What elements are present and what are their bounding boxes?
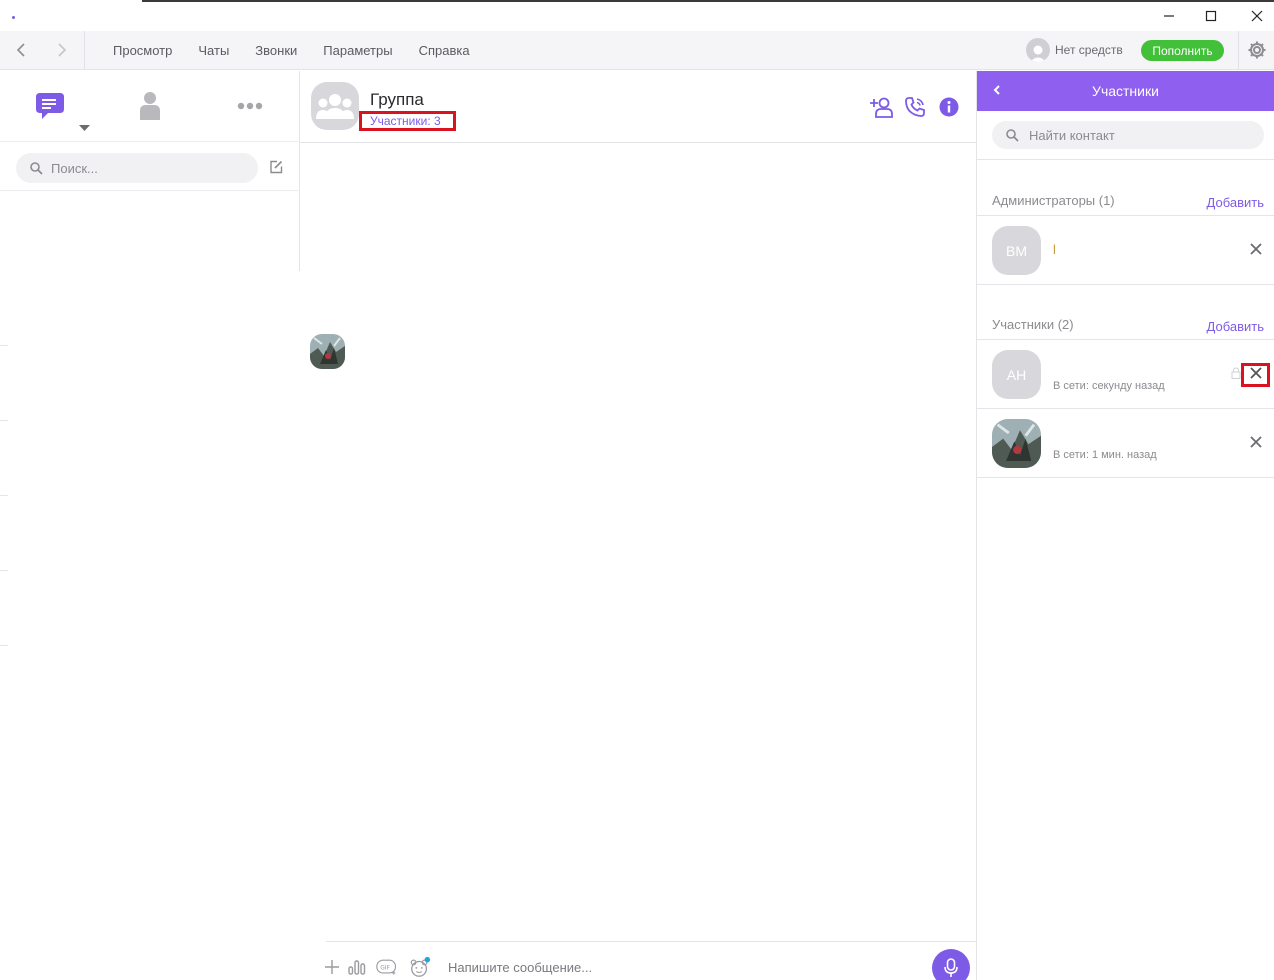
settings-gear-button[interactable] (1247, 40, 1267, 60)
members-section-header: Участники (2) Добавить (977, 312, 1274, 340)
info-icon (939, 97, 959, 117)
titlebar-strip (142, 0, 1274, 2)
remove-member-highlight (1241, 363, 1270, 387)
more-dots-icon (237, 102, 263, 110)
gear-icon (1248, 41, 1266, 59)
admins-section-header: Администраторы (1) Добавить (977, 188, 1274, 216)
voice-message-button[interactable] (932, 949, 970, 980)
maximize-icon (1205, 10, 1217, 21)
chat-info-button[interactable] (937, 95, 961, 119)
sidebar-tabs (0, 71, 300, 141)
window-titlebar (0, 0, 1274, 31)
group-avatar[interactable] (311, 82, 359, 130)
attach-button[interactable] (321, 956, 343, 978)
member-avatar (992, 419, 1041, 468)
phone-icon (905, 97, 925, 117)
member-avatar: АН (992, 350, 1041, 399)
contact-search-placeholder: Найти контакт (1029, 127, 1115, 143)
message-input[interactable]: Напишите сообщение... (448, 954, 918, 980)
contact-search-input[interactable]: Найти контакт (992, 121, 1264, 149)
lock-icon (1231, 367, 1241, 379)
menu-bar: Просмотр Чаты Звонки Параметры Справка Н… (0, 31, 1274, 70)
user-avatar-icon (1026, 38, 1050, 62)
remove-admin-icon[interactable] (1250, 243, 1262, 255)
member-row[interactable]: В сети: 1 мин. назад (977, 409, 1274, 478)
message-composer: GIF Напишите сообщение... (325, 941, 976, 980)
chat-title[interactable]: Группа (370, 90, 424, 110)
admin-row[interactable]: ВМ l (977, 216, 1274, 285)
chats-sidebar: Поиск... (0, 71, 300, 271)
photo-avatar-icon (992, 419, 1041, 468)
sticker-button[interactable] (409, 956, 431, 978)
add-admin-button[interactable]: Добавить (1207, 195, 1264, 210)
participants-panel-header: Участники (977, 71, 1274, 111)
menu-separator-right (1238, 31, 1239, 70)
search-icon (1006, 128, 1019, 142)
add-participant-button[interactable] (869, 95, 893, 119)
sticker-bear-icon (410, 956, 431, 977)
caret-down-icon[interactable] (79, 125, 90, 132)
menu-separator (84, 31, 85, 70)
member-avatar: ВМ (992, 226, 1041, 275)
menu-items: Просмотр Чаты Звонки Параметры Справка (100, 31, 483, 70)
svg-text:GIF: GIF (380, 966, 390, 972)
member-name: l (1053, 242, 1056, 257)
voice-bars-button[interactable] (347, 956, 369, 978)
call-button[interactable] (903, 95, 927, 119)
search-icon (30, 161, 43, 175)
tab-more[interactable] (233, 89, 267, 123)
account-balance[interactable]: Нет средств (1026, 38, 1123, 62)
sidebar-search-input[interactable]: Поиск... (16, 153, 258, 183)
close-window-button[interactable] (1234, 0, 1274, 31)
menu-help[interactable]: Справка (419, 43, 470, 58)
sidebar-search-placeholder: Поиск... (51, 160, 98, 176)
maximize-button[interactable] (1188, 0, 1234, 31)
chevron-right-icon (58, 43, 67, 57)
members-count-link[interactable]: Участники: 3 (359, 111, 456, 131)
member-initials: АН (1006, 366, 1027, 383)
balance-text: Нет средств (1055, 43, 1123, 57)
member-status: В сети: 1 мин. назад (1053, 449, 1157, 461)
message-input-placeholder: Напишите сообщение... (448, 959, 593, 975)
tab-contacts[interactable] (133, 89, 167, 123)
forward-button[interactable] (52, 40, 72, 60)
add-person-icon (870, 97, 893, 118)
minimize-icon (1164, 14, 1174, 17)
topup-button[interactable]: Пополнить (1141, 40, 1224, 61)
menu-view[interactable]: Просмотр (113, 43, 172, 58)
audio-bars-icon (348, 960, 366, 975)
menu-chats[interactable]: Чаты (198, 43, 229, 58)
menu-calls[interactable]: Звонки (255, 43, 297, 58)
close-icon (1251, 10, 1263, 21)
chevron-left-icon (16, 43, 25, 57)
group-icon (316, 94, 354, 119)
panel-search-row: Найти контакт (977, 111, 1274, 160)
app-icon (12, 16, 15, 19)
members-label: Участники (2) (992, 317, 1074, 332)
back-button[interactable] (11, 40, 31, 60)
panel-title: Участники (1092, 83, 1159, 99)
add-member-button[interactable]: Добавить (1207, 319, 1264, 334)
members-count-text: Участники: 3 (370, 114, 441, 128)
admins-label: Администраторы (1) (992, 193, 1115, 208)
person-icon (140, 92, 160, 120)
compose-icon[interactable] (269, 160, 283, 174)
plus-icon (325, 960, 339, 974)
photo-avatar-icon (310, 334, 345, 369)
sidebar-search-row: Поиск... (0, 141, 300, 191)
menu-settings[interactable]: Параметры (323, 43, 392, 58)
member-row[interactable]: АН В сети: секунду назад (977, 340, 1274, 409)
message-sender-avatar[interactable] (310, 334, 345, 369)
chat-bubble-icon (36, 93, 64, 119)
gif-icon: GIF (376, 959, 397, 975)
gif-button[interactable]: GIF (376, 956, 398, 978)
member-initials: ВМ (1006, 242, 1027, 259)
minimize-button[interactable] (1146, 0, 1192, 31)
microphone-icon (944, 958, 958, 977)
remove-member-icon[interactable] (1250, 436, 1262, 448)
member-status: В сети: секунду назад (1053, 380, 1165, 392)
tab-chats[interactable] (33, 89, 67, 123)
chat-header: Группа Участники: 3 (300, 71, 976, 143)
